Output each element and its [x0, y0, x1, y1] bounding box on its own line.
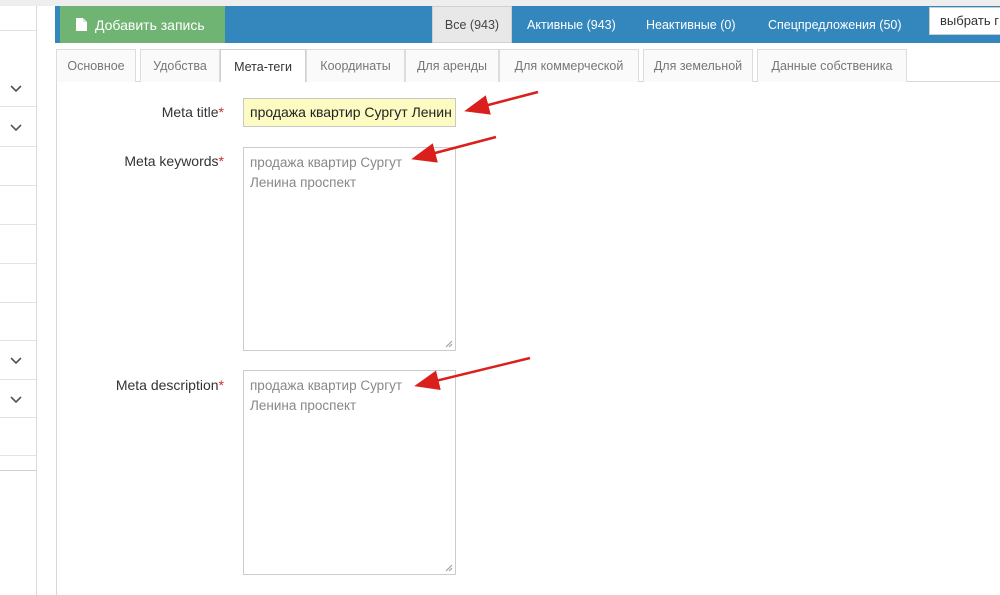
filter-all-tab[interactable]: Все (943)	[432, 6, 512, 43]
chevron-down-icon[interactable]	[9, 81, 23, 95]
meta-title-label: Meta title*	[161, 104, 224, 120]
city-select[interactable]: выбрать г	[929, 7, 1000, 35]
chevron-down-icon[interactable]	[9, 120, 23, 134]
sidebar-item[interactable]	[0, 380, 36, 418]
filter-special-offers-tab[interactable]: Спецпредложения (50)	[768, 6, 902, 43]
tab-land[interactable]: Для земельной	[643, 49, 753, 82]
resize-grip-icon[interactable]	[445, 564, 453, 572]
sidebar-item[interactable]	[0, 107, 36, 147]
document-icon	[76, 18, 87, 31]
required-mark: *	[218, 377, 224, 393]
filter-inactive-tab[interactable]: Неактивные (0)	[646, 6, 735, 43]
chevron-down-icon[interactable]	[9, 392, 23, 406]
sidebar-item[interactable]	[0, 225, 36, 264]
form-tabs: Основное Удобства Мета-теги Координаты Д…	[56, 49, 1000, 83]
tab-main[interactable]: Основное	[56, 49, 136, 82]
filter-active-tab[interactable]: Активные (943)	[527, 6, 616, 43]
tab-coordinates[interactable]: Координаты	[306, 49, 405, 82]
tab-meta-tags[interactable]: Мета-теги	[220, 49, 306, 83]
meta-description-label: Meta description*	[115, 377, 224, 393]
resize-grip-icon[interactable]	[445, 340, 453, 348]
meta-description-text: продажа квартир Сургут Ленина проспект	[250, 378, 403, 413]
required-mark: *	[218, 104, 224, 120]
chevron-down-icon[interactable]	[9, 353, 23, 367]
tab-commercial[interactable]: Для коммерческой	[499, 49, 639, 82]
add-record-button[interactable]: Добавить запись	[60, 6, 225, 43]
sidebar-item[interactable]	[0, 418, 36, 456]
meta-keywords-text: продажа квартир Сургут Ленина проспект	[250, 155, 403, 190]
sidebar-item[interactable]	[0, 147, 36, 186]
sidebar-item[interactable]	[0, 69, 36, 107]
add-record-label: Добавить запись	[95, 16, 205, 33]
meta-title-input[interactable]: продажа квартир Сургут Ленин	[243, 98, 456, 127]
meta-description-textarea[interactable]: продажа квартир Сургут Ленина проспект	[243, 370, 456, 575]
meta-keywords-label: Meta keywords*	[124, 153, 224, 169]
meta-keywords-textarea[interactable]: продажа квартир Сургут Ленина проспект	[243, 147, 456, 351]
tab-amenities[interactable]: Удобства	[140, 49, 220, 82]
tab-owner-data[interactable]: Данные собственика	[757, 49, 907, 82]
sidebar-item[interactable]	[0, 303, 36, 341]
tab-rent[interactable]: Для аренды	[405, 49, 499, 82]
sidebar-item[interactable]	[0, 341, 36, 380]
required-mark: *	[218, 153, 224, 169]
sidebar-divider	[0, 470, 36, 471]
sidebar	[0, 0, 37, 595]
sidebar-item[interactable]	[0, 264, 36, 303]
sidebar-item[interactable]	[0, 186, 36, 225]
